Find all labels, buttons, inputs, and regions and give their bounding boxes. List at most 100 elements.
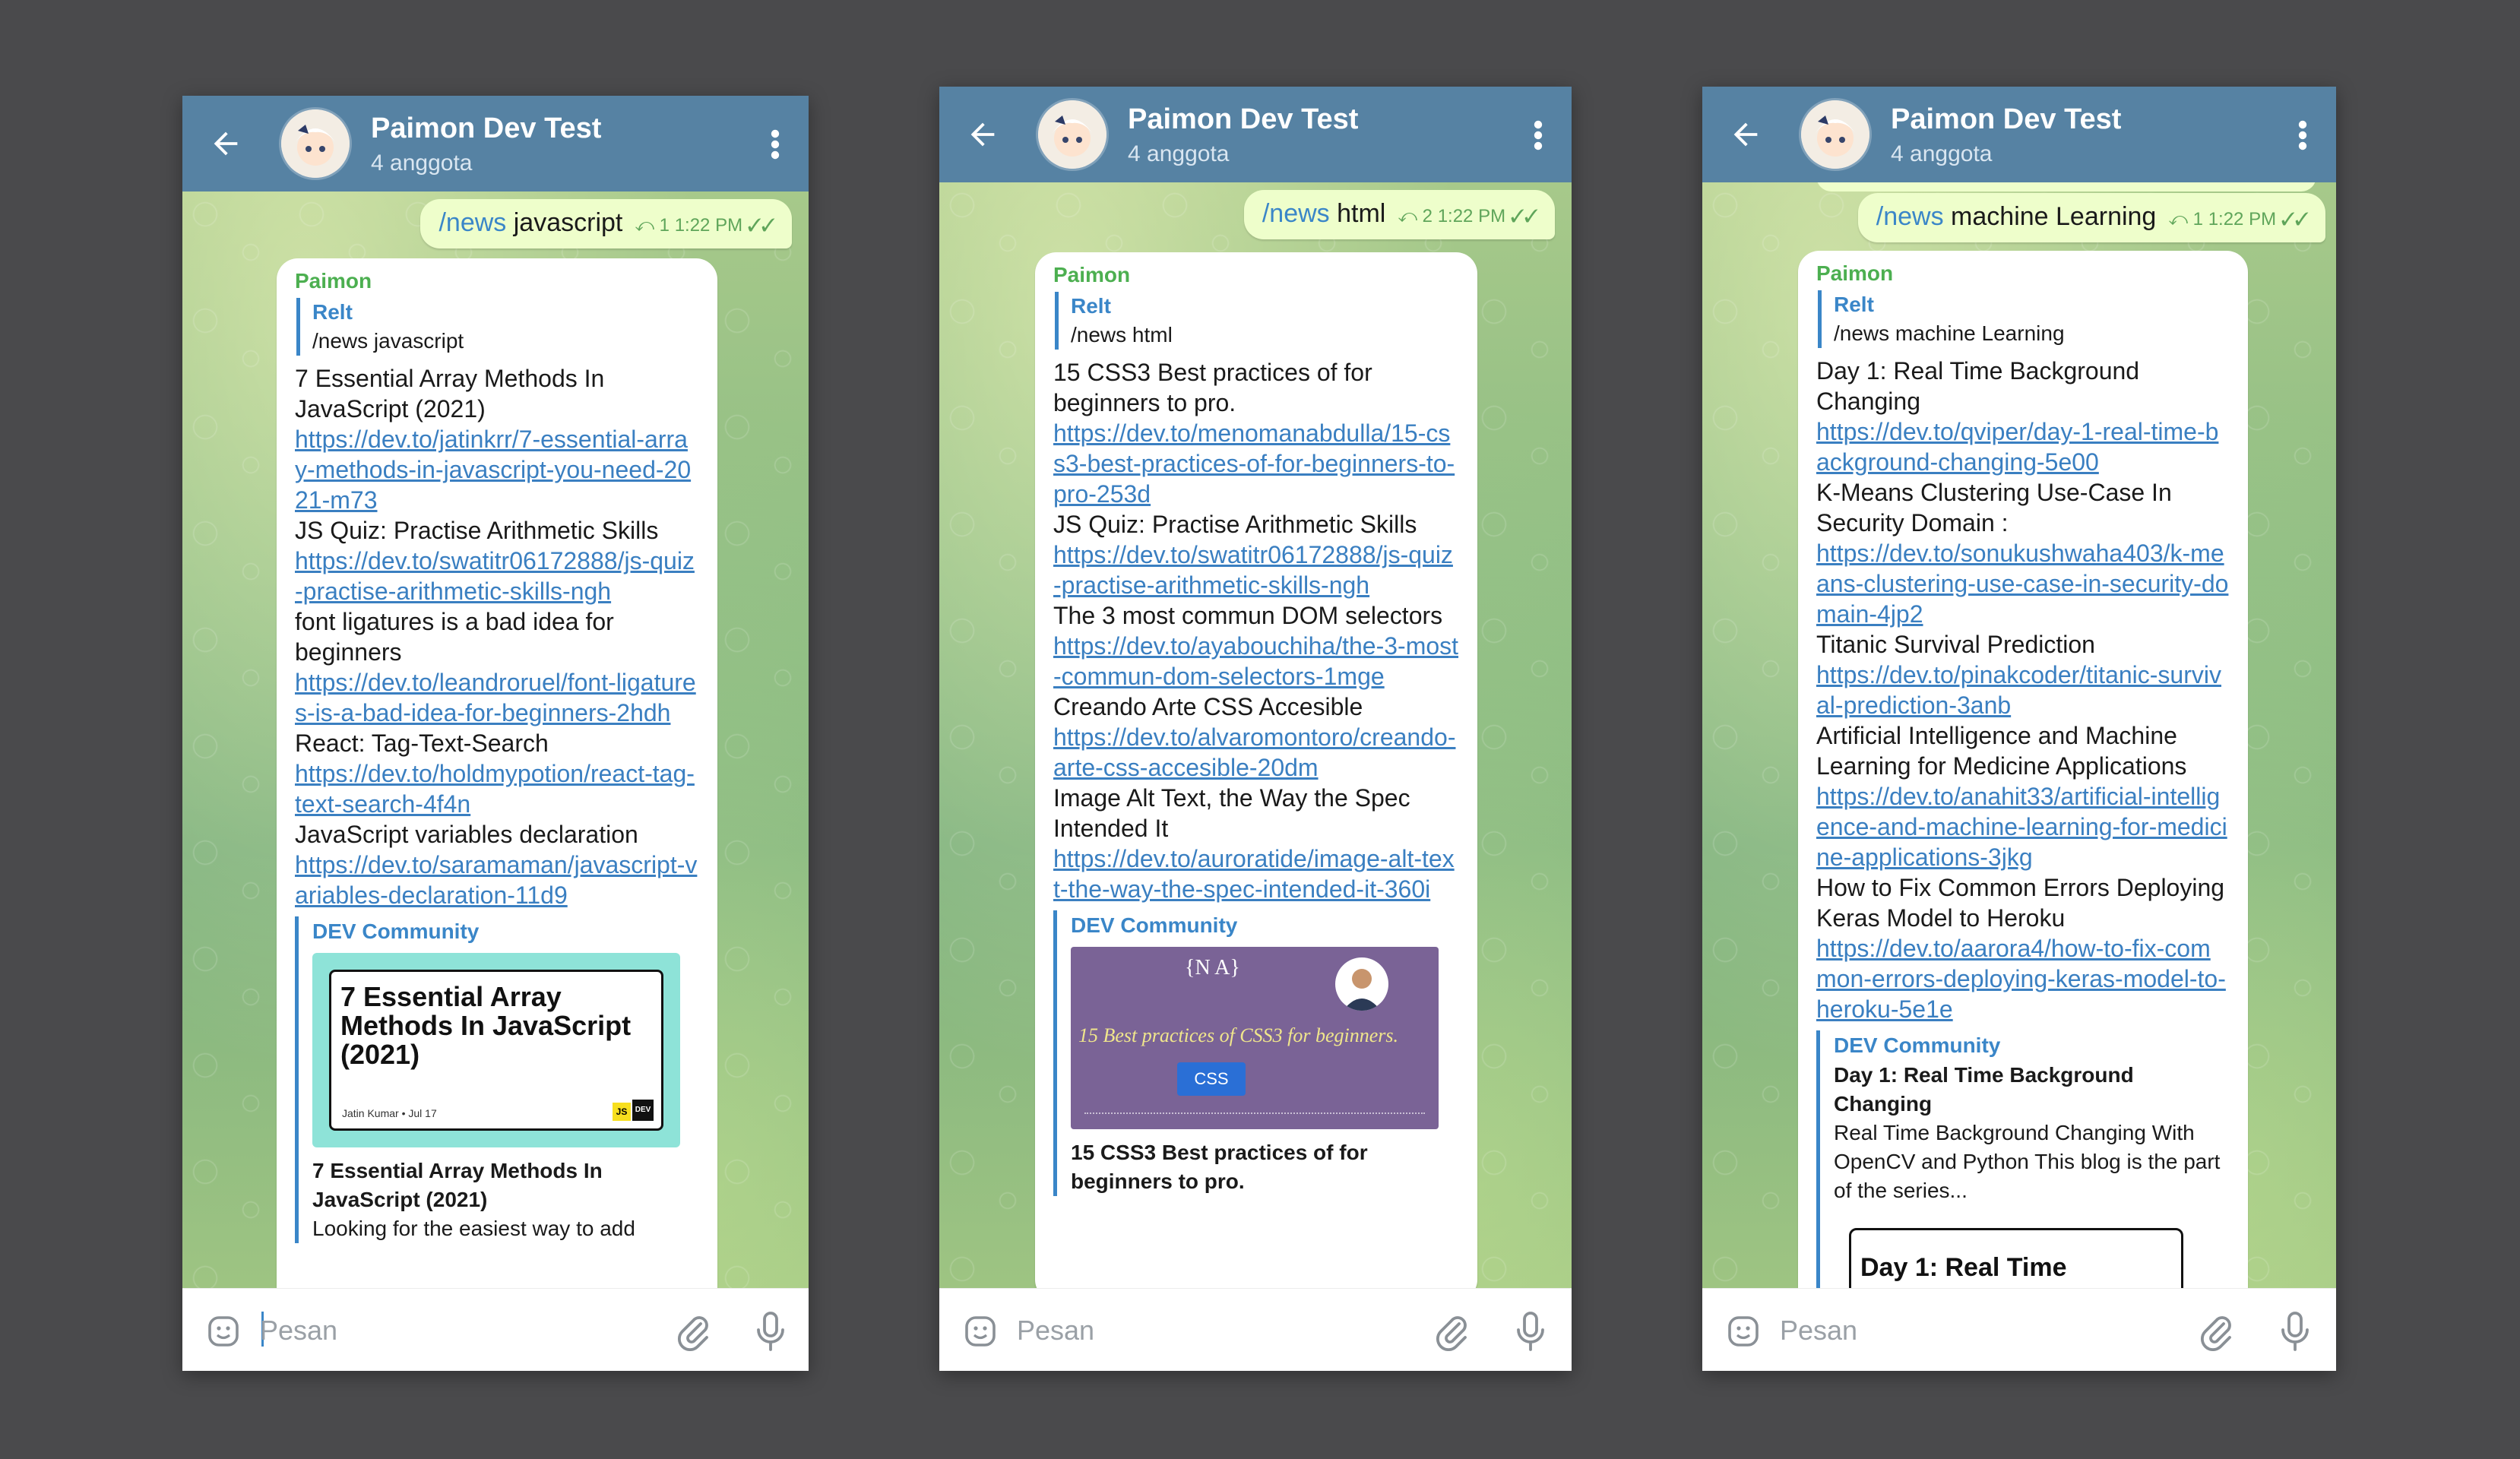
reply-quote-name: Relt xyxy=(1834,293,1874,316)
back-arrow-icon[interactable] xyxy=(208,126,243,161)
sticker-icon[interactable] xyxy=(205,1313,242,1350)
reply-quote-text: /news javascript xyxy=(312,329,464,353)
outgoing-message[interactable]: /news javascript ⤺ 1 1:22 PM ✓✓ xyxy=(420,199,792,248)
js-badge-icon: JS xyxy=(613,1103,631,1121)
group-avatar[interactable] xyxy=(1038,100,1106,169)
link-preview[interactable]: DEV Community Day 1: Real Time Backgroun… xyxy=(1816,1030,2230,1289)
more-options-icon[interactable] xyxy=(766,126,784,163)
more-options-icon[interactable] xyxy=(2294,117,2312,153)
message-input-bar xyxy=(182,1288,809,1371)
preview-image[interactable]: Day 1: Real Time xyxy=(1849,1228,2183,1289)
news-link[interactable]: https://dev.to/leandroruel/font-ligature… xyxy=(295,669,696,726)
sticker-icon[interactable] xyxy=(962,1313,999,1350)
reply-quote[interactable]: Relt /news machine Learning xyxy=(1818,290,2230,348)
news-item: The 3 most commun DOM selectors https://d… xyxy=(1053,600,1459,692)
chat-header: Paimon Dev Test 4 anggota xyxy=(939,87,1572,182)
sender-name[interactable]: Paimon xyxy=(295,269,699,293)
news-title: Artificial Intelligence and Machine Lear… xyxy=(1816,722,2187,780)
chat-header: Paimon Dev Test 4 anggota xyxy=(1702,87,2336,182)
news-link[interactable]: https://dev.to/saramaman/javascript-vari… xyxy=(295,851,697,909)
chat-area[interactable]: /news machine Learning ⤺ 1 1:22 PM ✓✓ Pai… xyxy=(1702,182,2336,1289)
news-title: Creando Arte CSS Accesible xyxy=(1053,693,1363,720)
message-meta: ⤺ 2 1:22 PM ✓✓ xyxy=(1398,206,1538,226)
news-item: font ligatures is a bad idea for beginne… xyxy=(295,606,699,728)
news-title: JS Quiz: Practise Arithmetic Skills xyxy=(295,517,659,544)
chat-area[interactable]: /news html ⤺ 2 1:22 PM ✓✓ Paimon Relt /ne… xyxy=(939,182,1572,1289)
news-link[interactable]: https://dev.to/menomanabdulla/15-css3-be… xyxy=(1053,419,1455,508)
outgoing-message[interactable]: /news machine Learning ⤺ 1 1:22 PM ✓✓ xyxy=(1857,193,2325,242)
message-input[interactable] xyxy=(1015,1309,1338,1353)
sender-name[interactable]: Paimon xyxy=(1053,263,1459,287)
news-title: JS Quiz: Practise Arithmetic Skills xyxy=(1053,511,1417,538)
preview-image[interactable]: {N A} 15 Best practices of CSS3 for begi… xyxy=(1071,947,1439,1129)
dev-logo-icon: DEV xyxy=(632,1100,654,1121)
news-title: Image Alt Text, the Way the Spec Intende… xyxy=(1053,784,1410,842)
group-avatar[interactable] xyxy=(1801,100,1869,169)
group-avatar[interactable] xyxy=(281,109,350,178)
back-arrow-icon[interactable] xyxy=(1728,117,1763,152)
member-count: 4 anggota xyxy=(1891,141,1993,166)
bot-reply-bubble[interactable]: Paimon Relt /news html 15 CSS3 Best prac… xyxy=(1035,252,1477,1289)
reply-quote-name: Relt xyxy=(1071,294,1111,318)
news-item: Titanic Survival Prediction https://dev.t… xyxy=(1816,629,2230,720)
chat-area[interactable]: /news javascript ⤺ 1 1:22 PM ✓✓ Paimon Re… xyxy=(182,191,809,1289)
microphone-icon[interactable] xyxy=(2278,1310,2312,1353)
news-link[interactable]: https://dev.to/pinakcoder/titanic-surviv… xyxy=(1816,661,2221,719)
reply-quote-text: /news machine Learning xyxy=(1834,321,2065,345)
news-item: JS Quiz: Practise Arithmetic Skills https… xyxy=(1053,509,1459,600)
attach-icon[interactable] xyxy=(675,1312,711,1351)
member-count: 4 anggota xyxy=(1128,141,1230,166)
news-link[interactable]: https://dev.to/auroratide/image-alt-text… xyxy=(1053,845,1455,903)
news-link[interactable]: https://dev.to/swatitr06172888/js-quiz-p… xyxy=(1053,541,1453,599)
command-link[interactable]: /news xyxy=(1262,199,1330,228)
news-link[interactable]: https://dev.to/holdmypotion/react-tag-te… xyxy=(295,760,695,818)
more-options-icon[interactable] xyxy=(1529,117,1547,153)
bot-reply-bubble[interactable]: Paimon Relt /news javascript 7 Essential… xyxy=(277,258,717,1289)
css-badge-label: CSS xyxy=(1194,1069,1229,1088)
sticker-icon[interactable] xyxy=(1725,1313,1762,1350)
member-count: 4 anggota xyxy=(371,150,473,176)
microphone-icon[interactable] xyxy=(1514,1310,1547,1353)
preview-image-title: 7 Essential Array Methods In JavaScript … xyxy=(340,981,632,1070)
command-arg: html xyxy=(1329,199,1386,228)
preview-image-title: Day 1: Real Time xyxy=(1860,1253,2067,1282)
news-item: Creando Arte CSS Accesible https://dev.to… xyxy=(1053,692,1459,783)
message-input[interactable] xyxy=(258,1309,581,1353)
attach-icon[interactable] xyxy=(2198,1312,2234,1351)
back-arrow-icon[interactable] xyxy=(965,117,1000,152)
preview-site-name: DEV Community xyxy=(1834,1033,2001,1057)
news-item: JavaScript variables declaration https://… xyxy=(295,819,699,910)
sender-name[interactable]: Paimon xyxy=(1816,261,2230,286)
link-preview[interactable]: DEV Community {N A} 15 Best practices of… xyxy=(1053,910,1459,1196)
news-title: K-Means Clustering Use-Case In Security … xyxy=(1816,479,2172,536)
news-item: Day 1: Real Time Background Changing http… xyxy=(1816,356,2230,477)
bot-reply-bubble[interactable]: Paimon Relt /news machine Learning Day 1… xyxy=(1798,251,2248,1289)
news-link[interactable]: https://dev.to/sonukushwaha403/k-means-c… xyxy=(1816,540,2228,628)
news-link[interactable]: https://dev.to/aarora4/how-to-fix-common… xyxy=(1816,935,2226,1023)
preview-image-author: Jatin Kumar • Jul 17 xyxy=(342,1107,437,1119)
news-link[interactable]: https://dev.to/ayabouchiha/the-3-most-co… xyxy=(1053,632,1458,690)
reply-quote[interactable]: Relt /news javascript xyxy=(296,298,699,356)
reply-quote[interactable]: Relt /news html xyxy=(1055,292,1459,350)
link-preview[interactable]: DEV Community 7 Essential Array Methods … xyxy=(295,916,699,1243)
news-title: React: Tag-Text-Search xyxy=(295,730,549,757)
news-link[interactable]: https://dev.to/alvaromontoro/creando-art… xyxy=(1053,723,1455,781)
attach-icon[interactable] xyxy=(1433,1312,1470,1351)
news-title: font ligatures is a bad idea for beginne… xyxy=(295,608,614,666)
message-input[interactable] xyxy=(1778,1309,2101,1353)
news-item: 7 Essential Array Methods In JavaScript … xyxy=(295,363,699,515)
css-badge: CSS xyxy=(1177,1062,1246,1096)
preview-description: Real Time Background Changing With OpenC… xyxy=(1834,1121,2221,1202)
news-link[interactable]: https://dev.to/swatitr06172888/js-quiz-p… xyxy=(295,547,695,605)
news-title: 7 Essential Array Methods In JavaScript … xyxy=(295,365,605,423)
news-link[interactable]: https://dev.to/qviper/day-1-real-time-ba… xyxy=(1816,418,2218,476)
phone-screen-html: Paimon Dev Test 4 anggota /news html ⤺ 2 … xyxy=(939,87,1572,1371)
command-link[interactable]: /news xyxy=(1876,202,1944,231)
microphone-icon[interactable] xyxy=(754,1310,787,1353)
news-link[interactable]: https://dev.to/anahit33/artificial-intel… xyxy=(1816,783,2227,871)
news-list: 7 Essential Array Methods In JavaScript … xyxy=(295,363,699,910)
preview-image[interactable]: 7 Essential Array Methods In JavaScript … xyxy=(312,953,680,1147)
news-link[interactable]: https://dev.to/jatinkrr/7-essential-arra… xyxy=(295,426,691,514)
outgoing-message[interactable]: /news html ⤺ 2 1:22 PM ✓✓ xyxy=(1243,190,1555,239)
command-link[interactable]: /news xyxy=(438,208,506,237)
